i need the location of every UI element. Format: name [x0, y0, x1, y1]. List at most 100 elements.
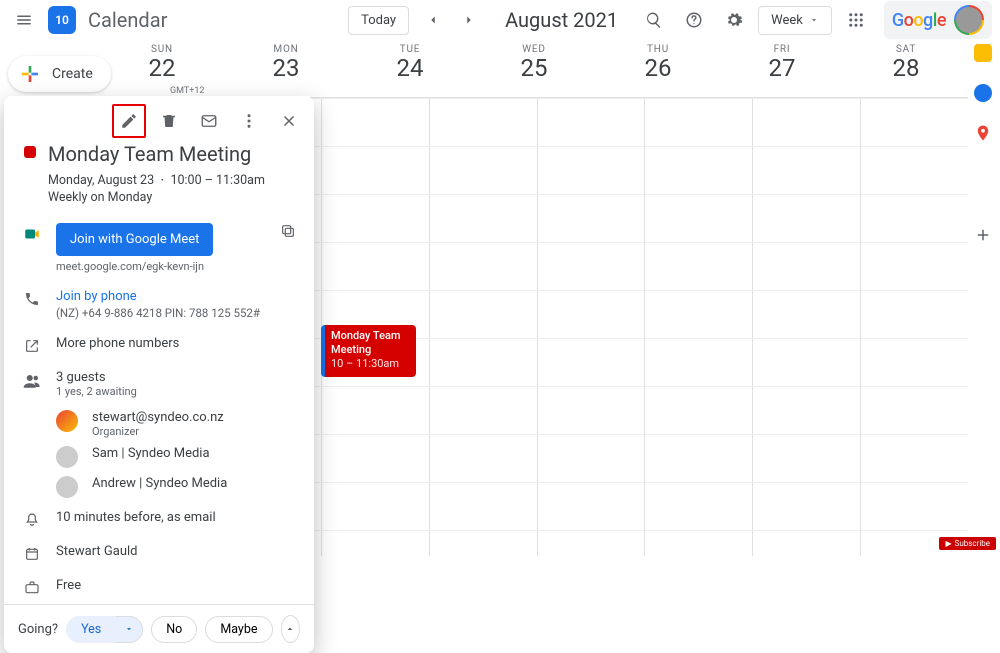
- google-apps-icon[interactable]: [840, 4, 872, 36]
- external-link-icon: [22, 336, 42, 354]
- event-block-time: 10 – 11:30am: [331, 357, 410, 371]
- visibility-row: Free: [4, 570, 314, 604]
- view-switcher[interactable]: Week: [758, 6, 832, 35]
- event-block[interactable]: Monday Team Meeting 10 – 11:30am: [321, 325, 416, 377]
- day-number: 27: [720, 54, 844, 82]
- meet-link[interactable]: meet.google.com/egk-kevn-ijn: [56, 260, 266, 273]
- event-popover: Monday Team Meeting Monday, August 23 ⋅ …: [4, 96, 314, 653]
- day-number: 28: [844, 54, 968, 82]
- phone-icon: [22, 289, 42, 307]
- guest-avatar: [56, 476, 78, 498]
- people-icon: [22, 370, 42, 390]
- meet-row: Join with Google Meet meet.google.com/eg…: [4, 215, 314, 281]
- delete-event-button[interactable]: [152, 104, 186, 138]
- calendar-logo-icon: 10: [48, 6, 76, 34]
- side-panel: [970, 44, 996, 244]
- prev-week-button[interactable]: [417, 4, 449, 36]
- calendar-icon: [22, 544, 42, 562]
- add-addon-icon[interactable]: [974, 226, 992, 244]
- day-header[interactable]: WED25: [472, 40, 596, 97]
- options-button[interactable]: [232, 104, 266, 138]
- next-week-button[interactable]: [453, 4, 485, 36]
- day-number: 26: [596, 54, 720, 82]
- visibility-text: Free: [56, 578, 81, 593]
- help-icon[interactable]: [678, 4, 710, 36]
- event-recurrence: Weekly on Monday: [48, 190, 296, 205]
- join-meet-button[interactable]: Join with Google Meet: [56, 223, 213, 256]
- guest-name: stewart@syndeo.co.nz: [92, 410, 224, 425]
- chevron-down-icon: [809, 15, 819, 25]
- day-header-row: SUN22MON23TUE24WED25THU26FRI27SAT28: [100, 40, 968, 98]
- day-number: 23: [224, 54, 348, 82]
- create-button[interactable]: Create: [8, 56, 111, 92]
- phone-number: (NZ) +64 9-886 4218 PIN: 788 125 552#: [56, 306, 260, 320]
- day-header[interactable]: SUN22: [100, 40, 224, 97]
- reminder-text: 10 minutes before, as email: [56, 510, 216, 525]
- day-header[interactable]: THU26: [596, 40, 720, 97]
- settings-icon[interactable]: [718, 4, 750, 36]
- event-datetime: Monday, August 23 ⋅ 10:00 – 11:30am: [48, 172, 296, 188]
- guest-avatar: [56, 446, 78, 468]
- event-block-title: Monday Team Meeting: [331, 329, 410, 357]
- guest-item: Sam | Syndeo Media: [4, 442, 314, 472]
- month-title: August 2021: [505, 8, 618, 32]
- subscribe-label: Subscribe: [955, 539, 990, 548]
- edit-event-button[interactable]: [112, 104, 146, 138]
- app-title: Calendar: [88, 8, 167, 32]
- guest-avatar: [56, 410, 78, 432]
- rsvp-footer: Going? Yes No Maybe: [4, 604, 314, 653]
- view-label: Week: [771, 13, 803, 28]
- guests-status: 1 yes, 2 awaiting: [56, 385, 137, 398]
- day-number: 25: [472, 54, 596, 82]
- day-header[interactable]: MON23: [224, 40, 348, 97]
- subscribe-badge[interactable]: ▶ Subscribe: [939, 537, 996, 550]
- expand-popover-button[interactable]: [281, 615, 301, 643]
- close-button[interactable]: [272, 104, 306, 138]
- rsvp-yes-button[interactable]: Yes: [66, 616, 116, 643]
- day-number: 22: [100, 54, 224, 82]
- guest-item: Andrew | Syndeo Media: [4, 472, 314, 502]
- phone-row: Join by phone (NZ) +64 9-886 4218 PIN: 7…: [4, 281, 314, 328]
- email-guests-button[interactable]: [192, 104, 226, 138]
- meet-icon: [22, 223, 42, 243]
- guest-item: stewart@syndeo.co.nzOrganizer: [4, 406, 314, 442]
- popover-toolbar: [4, 96, 314, 138]
- calendar-row: Stewart Gauld: [4, 536, 314, 570]
- today-button[interactable]: Today: [348, 6, 409, 35]
- rsvp-no-button[interactable]: No: [151, 616, 197, 643]
- create-label: Create: [52, 66, 93, 82]
- guests-count: 3 guests: [56, 370, 137, 385]
- event-title: Monday Team Meeting: [48, 142, 296, 166]
- more-phone-label: More phone numbers: [56, 336, 179, 351]
- briefcase-icon: [22, 578, 42, 596]
- logo-date: 10: [55, 13, 69, 27]
- bell-icon: [22, 510, 42, 528]
- rsvp-yes-group: Yes: [66, 616, 143, 643]
- guests-row: 3 guests 1 yes, 2 awaiting: [4, 362, 314, 406]
- plus-icon: [18, 62, 42, 86]
- account-avatar[interactable]: [954, 5, 984, 35]
- tasks-icon[interactable]: [974, 84, 992, 102]
- copy-link-icon[interactable]: [280, 223, 296, 239]
- maps-icon[interactable]: [974, 124, 992, 142]
- guest-list: stewart@syndeo.co.nzOrganizer Sam | Synde…: [4, 406, 314, 502]
- calendar-owner: Stewart Gauld: [56, 544, 138, 559]
- keep-icon[interactable]: [974, 44, 992, 62]
- more-phone-row[interactable]: More phone numbers: [4, 328, 314, 362]
- day-header[interactable]: TUE24: [348, 40, 472, 97]
- rsvp-yes-more-button[interactable]: [116, 616, 143, 643]
- event-color-dot: [24, 146, 36, 158]
- day-header[interactable]: SAT28: [844, 40, 968, 97]
- guest-name: Sam | Syndeo Media: [92, 446, 210, 461]
- search-icon[interactable]: [638, 4, 670, 36]
- week-nav: [417, 4, 485, 36]
- rsvp-maybe-button[interactable]: Maybe: [205, 616, 272, 643]
- day-header[interactable]: FRI27: [720, 40, 844, 97]
- main-menu-icon[interactable]: [8, 4, 40, 36]
- guest-name: Andrew | Syndeo Media: [92, 476, 227, 491]
- guest-role: Organizer: [92, 425, 224, 438]
- reminder-row: 10 minutes before, as email: [4, 502, 314, 536]
- app-header: 10 Calendar Today August 2021 Week Googl…: [0, 0, 1000, 40]
- account-area[interactable]: Google: [884, 1, 992, 39]
- join-phone-link[interactable]: Join by phone: [56, 289, 260, 304]
